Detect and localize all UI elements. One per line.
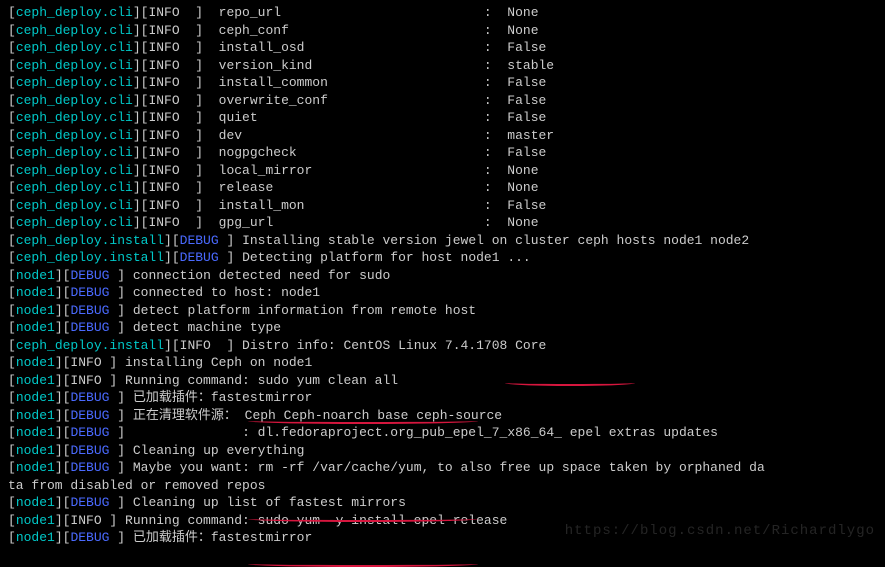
log-line: [node1][INFO ] Running command: sudo yum… [8, 372, 877, 390]
log-line: [node1][INFO ] Running command: sudo yum… [8, 512, 877, 530]
log-line: [ceph_deploy.cli][INFO ] dev : master [8, 127, 877, 145]
log-line: [node1][DEBUG ] 已加载插件：fastestmirror [8, 389, 877, 407]
log-line: [ceph_deploy.cli][INFO ] ceph_conf : Non… [8, 22, 877, 40]
terminal-output: [ceph_deploy.cli][INFO ] repo_url : None… [8, 4, 877, 547]
annotation-underline [248, 561, 478, 567]
log-line: [ceph_deploy.cli][INFO ] overwrite_conf … [8, 92, 877, 110]
log-line: [node1][DEBUG ] Cleaning up list of fast… [8, 494, 877, 512]
log-line: [node1][DEBUG ] 已加载插件：fastestmirror [8, 529, 877, 547]
log-line: [ceph_deploy.cli][INFO ] nogpgcheck : Fa… [8, 144, 877, 162]
log-line: [node1][DEBUG ] detect machine type [8, 319, 877, 337]
log-line: [node1][DEBUG ] connection detected need… [8, 267, 877, 285]
log-line: [ceph_deploy.install][DEBUG ] Installing… [8, 232, 877, 250]
log-line: [ceph_deploy.cli][INFO ] quiet : False [8, 109, 877, 127]
log-line: [ceph_deploy.cli][INFO ] install_osd : F… [8, 39, 877, 57]
log-line: [ceph_deploy.cli][INFO ] repo_url : None [8, 4, 877, 22]
log-line: [ceph_deploy.install][DEBUG ] Detecting … [8, 249, 877, 267]
log-line: [node1][DEBUG ] Maybe you want: rm -rf /… [8, 459, 877, 477]
log-line: [node1][DEBUG ] : dl.fedoraproject.org_p… [8, 424, 877, 442]
log-line: ta from disabled or removed repos [8, 477, 877, 495]
log-line: [ceph_deploy.cli][INFO ] local_mirror : … [8, 162, 877, 180]
log-line: [node1][INFO ] installing Ceph on node1 [8, 354, 877, 372]
log-line: [node1][DEBUG ] detect platform informat… [8, 302, 877, 320]
log-line: [node1][DEBUG ] connected to host: node1 [8, 284, 877, 302]
log-line: [ceph_deploy.cli][INFO ] install_common … [8, 74, 877, 92]
log-line: [ceph_deploy.cli][INFO ] version_kind : … [8, 57, 877, 75]
log-line: [ceph_deploy.install][INFO ] Distro info… [8, 337, 877, 355]
log-line: [ceph_deploy.cli][INFO ] release : None [8, 179, 877, 197]
log-line: [node1][DEBUG ] Cleaning up everything [8, 442, 877, 460]
log-line: [node1][DEBUG ] 正在清理软件源： Ceph Ceph-noarc… [8, 407, 877, 425]
log-line: [ceph_deploy.cli][INFO ] gpg_url : None [8, 214, 877, 232]
log-line: [ceph_deploy.cli][INFO ] install_mon : F… [8, 197, 877, 215]
